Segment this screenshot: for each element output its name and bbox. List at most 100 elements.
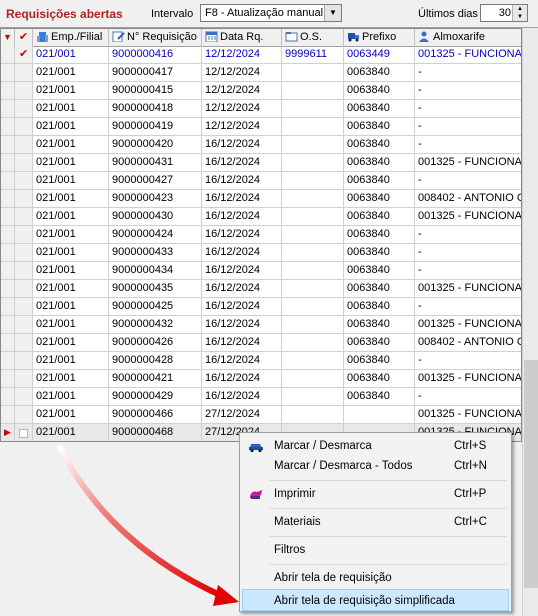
cell-req[interactable]: 9000000433 [109, 244, 202, 262]
row-checkbox[interactable] [15, 190, 33, 208]
scrollbar-thumb[interactable] [524, 360, 538, 588]
cell-emp[interactable]: 021/001 [33, 136, 109, 154]
cell-almox[interactable]: - [415, 298, 521, 316]
table-row[interactable]: 021/001 9000000423 16/12/2024 0063840 008402… [1, 190, 521, 208]
cell-prefix[interactable]: 0063840 [344, 352, 415, 370]
row-indicator[interactable] [1, 46, 15, 64]
cell-os[interactable] [282, 280, 344, 298]
menu-item-print[interactable]: Imprimir Ctrl+P [242, 483, 509, 505]
cell-emp[interactable]: 021/001 [33, 154, 109, 172]
cell-almox[interactable]: 001325 - FUNCIONARIO [415, 46, 521, 64]
requisitions-grid[interactable]: ▼ ✔ Emp./Filial N° Requisição Data Rq. O… [0, 28, 522, 442]
row-checkbox[interactable] [15, 424, 33, 441]
cell-emp[interactable]: 021/001 [33, 316, 109, 334]
row-checkbox[interactable] [15, 334, 33, 352]
cell-date[interactable]: 16/12/2024 [202, 280, 282, 298]
cell-date[interactable]: 16/12/2024 [202, 352, 282, 370]
cell-date[interactable]: 16/12/2024 [202, 262, 282, 280]
cell-date[interactable]: 16/12/2024 [202, 208, 282, 226]
column-header-date[interactable]: Data Rq. [202, 29, 282, 46]
table-row[interactable]: 021/001 9000000434 16/12/2024 0063840- [1, 262, 521, 280]
row-indicator[interactable]: ▶ [1, 424, 15, 441]
cell-req[interactable]: 9000000421 [109, 370, 202, 388]
cell-date[interactable]: 16/12/2024 [202, 370, 282, 388]
cell-prefix[interactable]: 0063840 [344, 226, 415, 244]
cell-date[interactable]: 12/12/2024 [202, 82, 282, 100]
cell-req[interactable]: 9000000432 [109, 316, 202, 334]
cell-emp[interactable]: 021/001 [33, 352, 109, 370]
table-row[interactable]: 021/001 9000000429 16/12/2024 0063840- [1, 388, 521, 406]
row-checkbox[interactable] [15, 154, 33, 172]
cell-req[interactable]: 9000000435 [109, 280, 202, 298]
table-row[interactable]: 021/001 9000000417 12/12/2024 0063840- [1, 64, 521, 82]
cell-prefix[interactable]: 0063840 [344, 316, 415, 334]
cell-prefix[interactable]: 0063840 [344, 154, 415, 172]
table-row[interactable]: 021/001 9000000433 16/12/2024 0063840- [1, 244, 521, 262]
cell-prefix[interactable]: 0063840 [344, 64, 415, 82]
row-indicator[interactable] [1, 208, 15, 226]
cell-emp[interactable]: 021/001 [33, 46, 109, 64]
cell-req[interactable]: 9000000428 [109, 352, 202, 370]
interval-dropdown[interactable]: F8 - Atualização manual ▼ [200, 4, 342, 22]
cell-emp[interactable]: 021/001 [33, 406, 109, 424]
cell-emp[interactable]: 021/001 [33, 280, 109, 298]
row-checkbox[interactable] [15, 370, 33, 388]
cell-almox[interactable]: - [415, 352, 521, 370]
cell-almox[interactable]: 008402 - ANTONIO C [415, 190, 521, 208]
table-row[interactable]: 021/001 9000000432 16/12/2024 0063840 001325… [1, 316, 521, 334]
cell-prefix[interactable]: 0063840 [344, 370, 415, 388]
table-row[interactable]: 021/001 9000000421 16/12/2024 0063840 001325… [1, 370, 521, 388]
cell-req[interactable]: 9000000466 [109, 406, 202, 424]
cell-prefix[interactable] [344, 406, 415, 424]
column-header-emp[interactable]: Emp./Filial [33, 29, 109, 46]
cell-date[interactable]: 16/12/2024 [202, 244, 282, 262]
cell-os[interactable] [282, 262, 344, 280]
cell-prefix[interactable]: 0063840 [344, 136, 415, 154]
table-row[interactable]: 021/001 9000000428 16/12/2024 0063840- [1, 352, 521, 370]
cell-req[interactable]: 9000000429 [109, 388, 202, 406]
cell-emp[interactable]: 021/001 [33, 118, 109, 136]
row-checkbox[interactable] [15, 244, 33, 262]
cell-emp[interactable]: 021/001 [33, 334, 109, 352]
cell-almox[interactable]: - [415, 118, 521, 136]
cell-date[interactable]: 16/12/2024 [202, 298, 282, 316]
cell-emp[interactable]: 021/001 [33, 424, 109, 441]
table-row[interactable]: ✔ 021/001 9000000416 12/12/2024 9999611 00634… [1, 46, 521, 64]
row-checkbox[interactable] [15, 352, 33, 370]
cell-os[interactable]: 9999611 [282, 46, 344, 64]
row-checkbox[interactable] [15, 406, 33, 424]
row-indicator[interactable] [1, 190, 15, 208]
cell-prefix[interactable]: 0063840 [344, 208, 415, 226]
row-indicator[interactable] [1, 406, 15, 424]
cell-emp[interactable]: 021/001 [33, 208, 109, 226]
cell-os[interactable] [282, 82, 344, 100]
cell-emp[interactable]: 021/001 [33, 370, 109, 388]
cell-emp[interactable]: 021/001 [33, 244, 109, 262]
row-indicator[interactable] [1, 334, 15, 352]
cell-req[interactable]: 9000000468 [109, 424, 202, 441]
row-indicator[interactable] [1, 244, 15, 262]
cell-emp[interactable]: 021/001 [33, 100, 109, 118]
row-indicator[interactable] [1, 100, 15, 118]
cell-prefix[interactable]: 0063840 [344, 82, 415, 100]
cell-date[interactable]: 16/12/2024 [202, 136, 282, 154]
menu-item-mark[interactable]: Marcar / Desmarca Ctrl+S [242, 435, 509, 457]
cell-os[interactable] [282, 172, 344, 190]
cell-almox[interactable]: - [415, 100, 521, 118]
table-row[interactable]: 021/001 9000000435 16/12/2024 0063840 001325… [1, 280, 521, 298]
cell-os[interactable] [282, 226, 344, 244]
row-indicator[interactable] [1, 82, 15, 100]
column-header-prefix[interactable]: Prefixo [344, 29, 415, 46]
cell-req[interactable]: 9000000416 [109, 46, 202, 64]
cell-prefix[interactable]: 0063840 [344, 118, 415, 136]
cell-almox[interactable]: 008402 - ANTONIO C [415, 334, 521, 352]
row-indicator[interactable] [1, 388, 15, 406]
cell-date[interactable]: 16/12/2024 [202, 172, 282, 190]
row-indicator[interactable] [1, 136, 15, 154]
table-row[interactable]: 021/001 9000000430 16/12/2024 0063840 001325… [1, 208, 521, 226]
cell-emp[interactable]: 021/001 [33, 82, 109, 100]
menu-item-filters[interactable]: Filtros [242, 539, 509, 561]
cell-emp[interactable]: 021/001 [33, 64, 109, 82]
row-checkbox[interactable] [15, 118, 33, 136]
spin-up-icon[interactable]: ▲ [513, 5, 527, 13]
